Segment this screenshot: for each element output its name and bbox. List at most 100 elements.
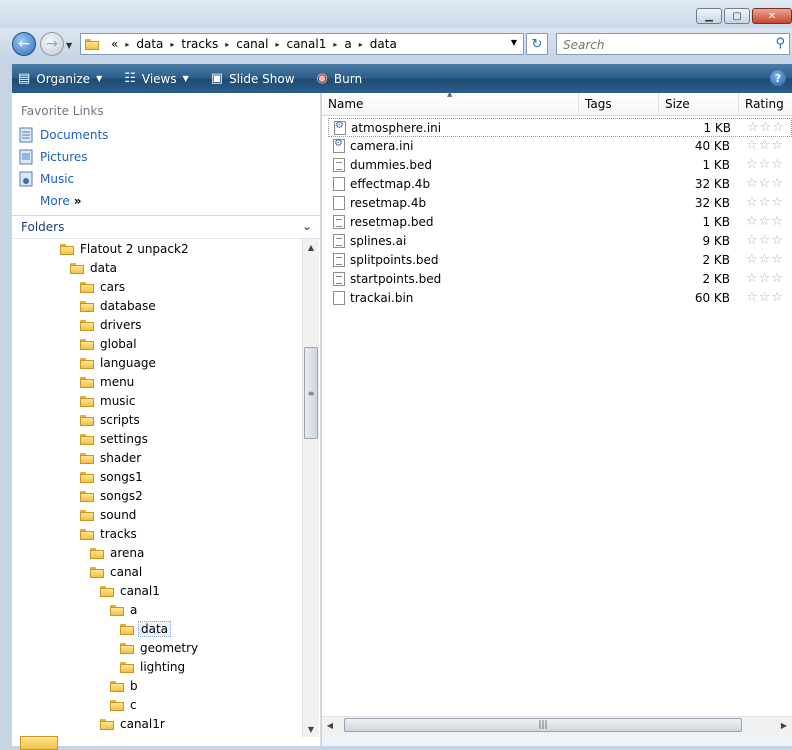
file-row[interactable]: splitpoints.bed 2 KB ☆☆☆ xyxy=(328,251,792,270)
breadcrumb-overflow[interactable]: « xyxy=(111,37,118,51)
rating-stars-icon[interactable]: ☆☆☆ xyxy=(746,176,784,191)
folder-tree-item[interactable]: songs1 xyxy=(80,467,143,486)
favorite-link-music[interactable]: Music xyxy=(18,169,74,189)
folder-tree-item[interactable]: canal xyxy=(90,562,142,581)
rating-stars-icon[interactable]: ☆☆☆ xyxy=(746,233,784,248)
more-favorites-link[interactable]: More» xyxy=(40,194,82,208)
file-row[interactable]: resetmap.bed 1 KB ☆☆☆ xyxy=(328,213,792,232)
scrollbar-thumb[interactable]: ≡ xyxy=(304,347,318,439)
breadcrumb-separator-icon[interactable]: ▸ xyxy=(333,40,337,49)
burn-button[interactable]: ◉ Burn xyxy=(317,71,363,86)
maximize-button[interactable]: ▢ xyxy=(724,8,750,24)
rating-stars-icon[interactable]: ☆☆☆ xyxy=(746,214,784,229)
breadcrumb-item[interactable]: a xyxy=(344,37,351,51)
column-tags-label: Tags xyxy=(585,97,612,111)
breadcrumb-separator-icon[interactable]: ▸ xyxy=(170,40,174,49)
favorite-link-pictures[interactable]: Pictures xyxy=(18,147,88,167)
breadcrumb-item[interactable]: canal1 xyxy=(286,37,326,51)
folder-icon xyxy=(80,376,94,388)
folder-tree-item[interactable]: geometry xyxy=(120,638,198,657)
folder-tree-item[interactable]: b xyxy=(110,676,138,695)
forward-button[interactable]: → xyxy=(40,32,64,56)
breadcrumb-item[interactable]: canal xyxy=(236,37,268,51)
folder-icon xyxy=(110,699,124,711)
file-list-scrollbar[interactable]: ◀ ||| ▶ xyxy=(322,716,792,734)
column-header-size[interactable]: Size xyxy=(659,93,739,115)
folder-tree-item[interactable]: arena xyxy=(90,543,144,562)
file-row[interactable]: effectmap.4b 32 KB ☆☆☆ xyxy=(328,175,792,194)
folder-tree-item[interactable]: Flatout 2 unpack2 xyxy=(60,239,189,258)
breadcrumb-separator-icon[interactable]: ▸ xyxy=(125,40,129,49)
folder-tree-item[interactable]: settings xyxy=(80,429,148,448)
breadcrumb-item[interactable]: data xyxy=(136,37,163,51)
folder-tree-item[interactable]: drivers xyxy=(80,315,142,334)
refresh-button[interactable]: ↻ xyxy=(526,33,548,55)
folder-tree-item[interactable]: global xyxy=(80,334,137,353)
file-icon xyxy=(333,253,345,267)
scroll-down-arrow-icon[interactable]: ▼ xyxy=(303,721,319,737)
folder-tree-item[interactable]: canal1 xyxy=(100,581,160,600)
folder-tree-item[interactable]: language xyxy=(80,353,156,372)
file-row[interactable]: atmosphere.ini 1 KB ☆☆☆ xyxy=(328,118,792,137)
slideshow-button[interactable]: ▣ Slide Show xyxy=(211,71,295,86)
folder-tree-item[interactable]: menu xyxy=(80,372,134,391)
folder-tree-item[interactable]: data xyxy=(70,258,117,277)
help-icon[interactable]: ? xyxy=(770,70,786,86)
file-row[interactable]: camera.ini 40 KB ☆☆☆ xyxy=(328,137,792,156)
file-row[interactable]: startpoints.bed 2 KB ☆☆☆ xyxy=(328,270,792,289)
folder-tree-item[interactable]: music xyxy=(80,391,135,410)
folder-tree-item[interactable]: lighting xyxy=(120,657,185,676)
file-row[interactable]: dummies.bed 1 KB ☆☆☆ xyxy=(328,156,792,175)
favorite-link-documents[interactable]: Documents xyxy=(18,125,108,145)
folder-tree-item[interactable]: cars xyxy=(80,277,125,296)
column-header-rating[interactable]: Rating xyxy=(739,93,792,115)
breadcrumb: « ▸ data ▸ tracks ▸ canal ▸ canal1 ▸ a ▸ data xyxy=(111,37,397,51)
navigation-pane: Favorite Links Documents Pictures Music … xyxy=(12,93,321,746)
breadcrumb-item[interactable]: tracks xyxy=(181,37,218,51)
column-header-name[interactable]: Name ▲ xyxy=(322,90,579,115)
folder-tree-item[interactable]: songs2 xyxy=(80,486,143,505)
scroll-left-arrow-icon[interactable]: ◀ xyxy=(322,717,338,733)
file-row[interactable]: splines.ai 9 KB ☆☆☆ xyxy=(328,232,792,251)
file-row[interactable]: trackai.bin 60 KB ☆☆☆ xyxy=(328,289,792,308)
folder-tree-label: music xyxy=(100,393,136,408)
breadcrumb-item[interactable]: data xyxy=(370,37,397,51)
address-dropdown-button[interactable]: ▼ xyxy=(511,38,517,47)
folder-tree-item[interactable]: tracks xyxy=(80,524,137,543)
column-header-tags[interactable]: Tags xyxy=(579,93,659,115)
breadcrumb-separator-icon[interactable]: ▸ xyxy=(359,40,363,49)
folder-tree-item[interactable]: scripts xyxy=(80,410,140,429)
rating-stars-icon[interactable]: ☆☆☆ xyxy=(746,290,784,305)
folders-header[interactable]: Folders ⌄ xyxy=(12,215,320,239)
back-button[interactable]: ← xyxy=(12,32,36,56)
rating-stars-icon[interactable]: ☆☆☆ xyxy=(746,271,784,286)
close-button[interactable]: ✕ xyxy=(752,8,792,24)
minimize-button[interactable]: ▁ xyxy=(696,8,722,24)
folder-tree-item[interactable]: a xyxy=(110,600,137,619)
scroll-up-arrow-icon[interactable]: ▲ xyxy=(303,239,319,255)
folder-tree-item[interactable]: c xyxy=(110,695,137,714)
scroll-right-arrow-icon[interactable]: ▶ xyxy=(776,717,792,733)
folder-tree-item[interactable]: database xyxy=(80,296,156,315)
breadcrumb-separator-icon[interactable]: ▸ xyxy=(225,40,229,49)
rating-stars-icon[interactable]: ☆☆☆ xyxy=(747,120,785,135)
scrollbar-thumb[interactable]: ||| xyxy=(344,718,742,732)
search-icon[interactable]: ⚲ xyxy=(775,36,785,51)
rating-stars-icon[interactable]: ☆☆☆ xyxy=(746,138,784,153)
rating-stars-icon[interactable]: ☆☆☆ xyxy=(746,195,784,210)
folder-tree-item[interactable]: shader xyxy=(80,448,141,467)
breadcrumb-separator-icon[interactable]: ▸ xyxy=(275,40,279,49)
rating-stars-icon[interactable]: ☆☆☆ xyxy=(746,157,784,172)
organize-button[interactable]: ▤ Organize ▼ xyxy=(18,71,102,86)
address-bar[interactable]: « ▸ data ▸ tracks ▸ canal ▸ canal1 ▸ a ▸ data ▼ xyxy=(80,33,524,55)
folder-tree-item[interactable]: canal1r xyxy=(100,714,165,733)
rating-stars-icon[interactable]: ☆☆☆ xyxy=(746,252,784,267)
search-input[interactable] xyxy=(561,35,765,55)
folder-tree-scrollbar[interactable]: ▲ ≡ ▼ xyxy=(302,239,319,737)
file-row[interactable]: resetmap.4b 32 KB ☆☆☆ xyxy=(328,194,792,213)
views-button[interactable]: ☷ Views ▼ xyxy=(124,71,189,86)
folder-tree-item[interactable]: sound xyxy=(80,505,136,524)
folder-tree-item[interactable]: data xyxy=(120,619,172,638)
folder-tree-label: lighting xyxy=(140,659,186,674)
recent-pages-dropdown[interactable]: ▼ xyxy=(66,41,72,50)
